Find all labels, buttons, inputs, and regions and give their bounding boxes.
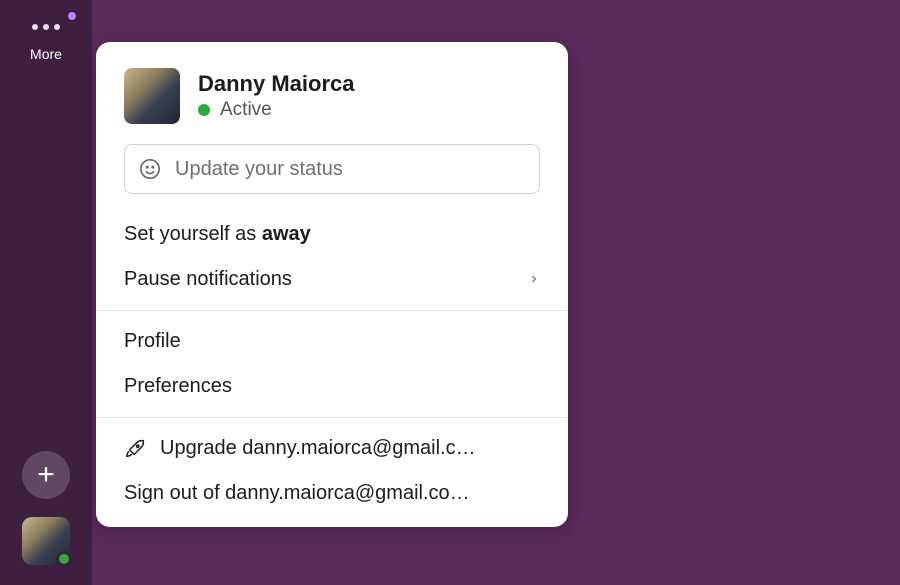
upgrade-item[interactable]: Upgrade danny.maiorca@gmail.c… [96,426,568,471]
divider [96,310,568,311]
plus-icon: + [37,460,55,490]
smiley-icon [139,158,161,180]
upgrade-label: Upgrade danny.maiorca@gmail.c… [160,437,476,460]
user-presence: Active [198,99,355,121]
preferences-item[interactable]: Preferences [96,364,568,409]
more-label[interactable]: More [30,46,62,62]
more-icon[interactable] [32,24,60,30]
presence-dot-icon [198,104,210,116]
signout-item[interactable]: Sign out of danny.maiorca@gmail.co… [96,471,568,527]
profile-item[interactable]: Profile [96,319,568,364]
sidebar-avatar[interactable] [22,517,70,565]
notification-badge [68,12,76,20]
presence-indicator [56,551,72,567]
pause-notifications-label: Pause notifications [124,268,292,291]
divider [96,417,568,418]
set-away-label: Set yourself as away [124,223,311,246]
preferences-label: Preferences [124,375,232,398]
user-avatar [124,68,180,124]
compose-button[interactable]: + [22,451,70,499]
chevron-right-icon [528,268,540,291]
status-placeholder: Update your status [175,158,343,181]
rocket-icon [124,438,146,460]
menu-header: Danny Maiorca Active [96,68,568,144]
pause-notifications-item[interactable]: Pause notifications [96,257,568,302]
sidebar: More + [0,0,92,585]
set-away-item[interactable]: Set yourself as away [96,212,568,257]
presence-text: Active [220,99,272,121]
profile-label: Profile [124,330,181,353]
signout-label: Sign out of danny.maiorca@gmail.co… [124,482,470,505]
user-name: Danny Maiorca [198,71,355,97]
user-menu: Danny Maiorca Active Update your status … [96,42,568,527]
status-input[interactable]: Update your status [124,144,540,194]
